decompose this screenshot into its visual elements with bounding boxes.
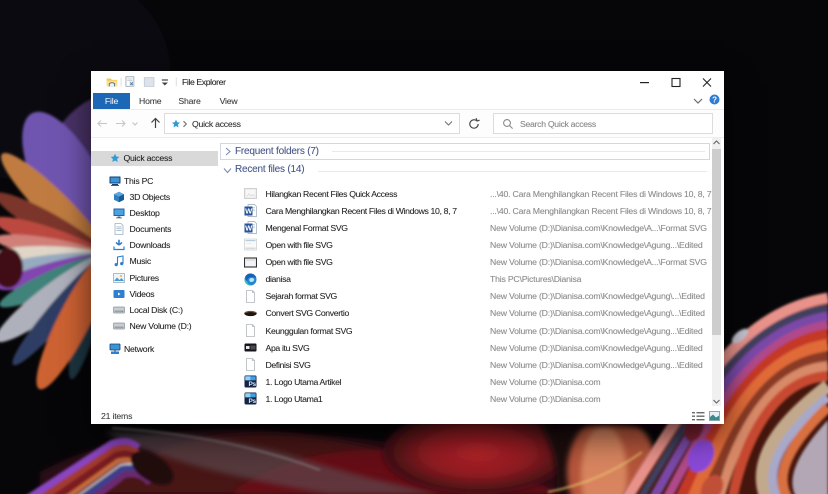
svg-text:Ps: Ps bbox=[248, 399, 256, 406]
svg-text:Ps: Ps bbox=[248, 381, 256, 388]
svg-text:W: W bbox=[245, 207, 253, 216]
svg-text:W: W bbox=[245, 224, 253, 233]
svg-text:?: ? bbox=[712, 95, 717, 104]
